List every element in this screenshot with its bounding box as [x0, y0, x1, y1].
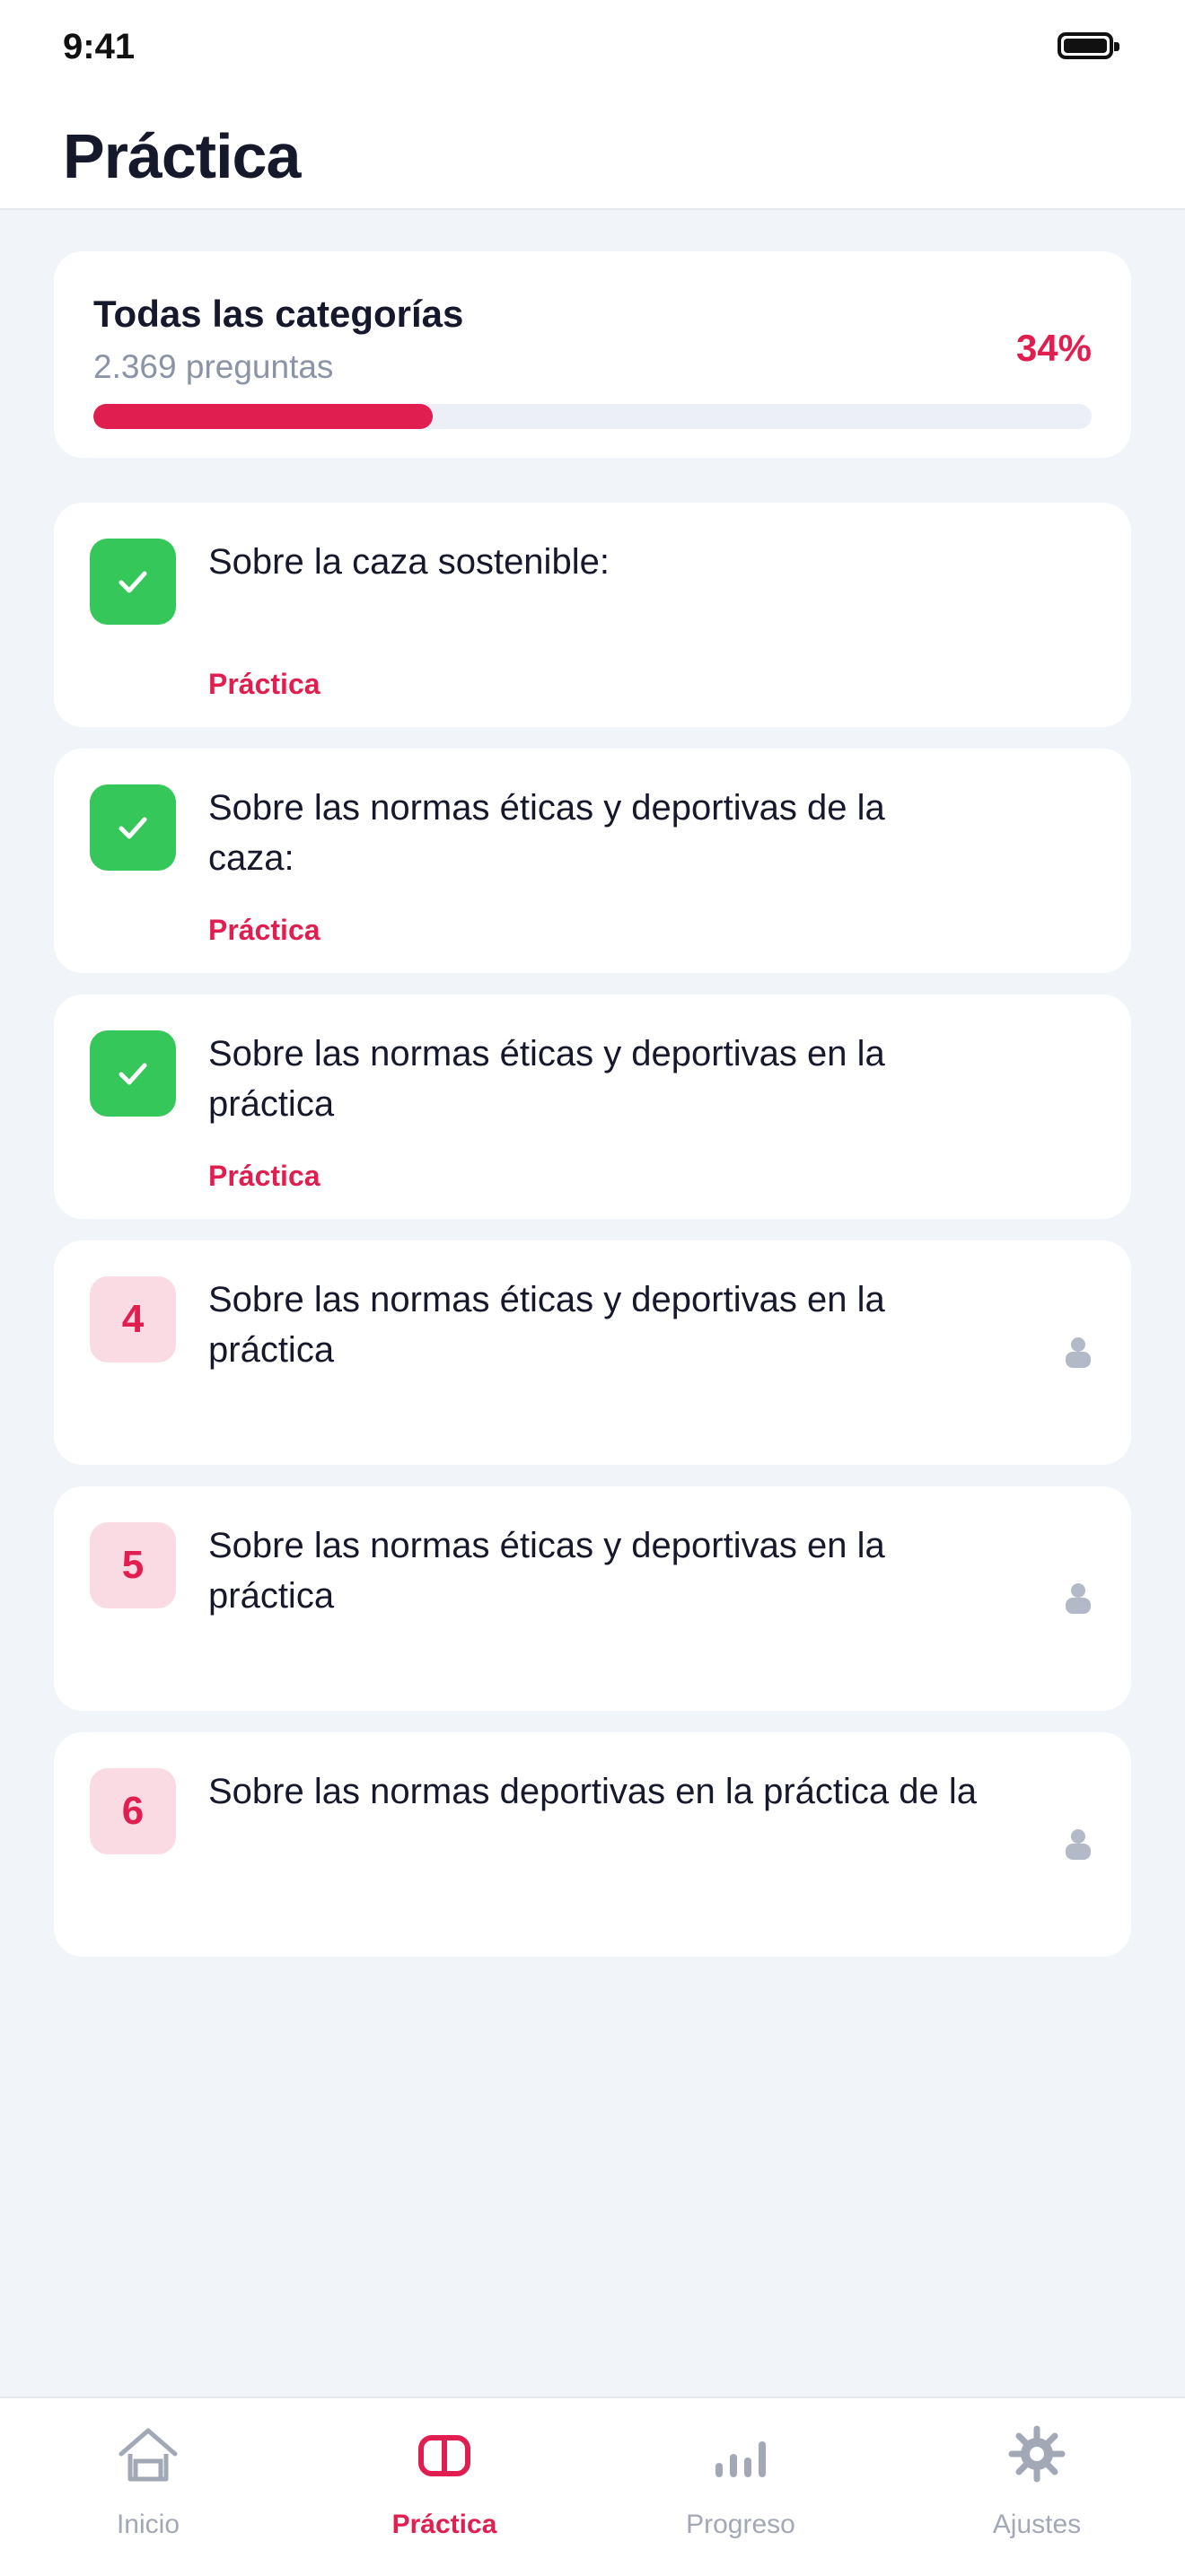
tab-practica[interactable]: Práctica [296, 2398, 592, 2576]
tab-ajustes[interactable]: Ajustes [889, 2398, 1185, 2576]
category-title: Sobre las normas éticas y deportivas en … [208, 1280, 885, 1370]
check-badge [90, 1030, 176, 1117]
number-badge: 6 [90, 1768, 176, 1854]
practice-link[interactable]: Práctica [208, 668, 320, 701]
bar-chart-icon [715, 2441, 766, 2477]
check-badge [90, 539, 176, 625]
number-badge: 4 [90, 1276, 176, 1362]
category-title: Sobre las normas éticas y deportivas en … [208, 1526, 885, 1616]
tab-inicio[interactable]: Inicio [0, 2398, 296, 2576]
category-item[interactable]: Sobre la caza sostenible: Práctica [54, 503, 1131, 727]
gear-icon [1008, 2425, 1066, 2483]
tab-bar: Inicio Práctica Progreso Ajustes [0, 2396, 1185, 2576]
practice-link[interactable]: Práctica [208, 914, 320, 947]
tab-label: Práctica [391, 2510, 497, 2539]
number-badge: 5 [90, 1522, 176, 1608]
book-icon [418, 2435, 470, 2476]
all-categories-title: Todas las categorías [93, 293, 464, 335]
category-title: Sobre la caza sostenible: [208, 542, 610, 582]
check-badge [90, 784, 176, 871]
category-item[interactable]: Sobre las normas éticas y deportivas de … [54, 749, 1131, 973]
status-time: 9:41 [63, 27, 136, 66]
tab-progreso[interactable]: Progreso [592, 2398, 889, 2576]
category-title: Sobre las normas deportivas en la prácti… [208, 1772, 978, 1811]
progress-percent: 34% [1015, 327, 1092, 369]
page-title: Práctica [63, 121, 301, 191]
practice-link[interactable]: Práctica [208, 1160, 320, 1193]
tab-label: Inicio [116, 2510, 180, 2539]
lock-icon [1066, 1337, 1091, 1368]
header: Práctica [0, 99, 1185, 210]
lock-icon [1066, 1583, 1091, 1614]
battery-icon [1058, 32, 1119, 59]
category-item[interactable]: 6 Sobre las normas deportivas en la prác… [54, 1732, 1131, 1957]
progress-bar-fill [93, 404, 434, 429]
home-icon [118, 2428, 178, 2482]
question-count: 2.369 preguntas [93, 348, 334, 385]
category-title: Sobre las normas éticas y deportivas en … [208, 1034, 885, 1124]
checkmark-icon [118, 1063, 147, 1085]
checkmark-icon [118, 817, 147, 839]
checkmark-icon [118, 571, 147, 593]
category-item[interactable]: 4 Sobre las normas éticas y deportivas e… [54, 1240, 1131, 1465]
tab-label: Progreso [686, 2510, 795, 2539]
category-item[interactable]: 5 Sobre las normas éticas y deportivas e… [54, 1486, 1131, 1711]
category-item[interactable]: Sobre las normas éticas y deportivas en … [54, 994, 1131, 1219]
lock-icon [1066, 1829, 1091, 1860]
category-title: Sobre las normas éticas y deportivas de … [208, 788, 885, 878]
status-bar: 9:41 [0, 0, 1185, 99]
progress-bar [93, 404, 1092, 429]
tab-label: Ajustes [992, 2510, 1082, 2539]
all-categories-card[interactable]: Todas las categorías 2.369 preguntas 34% [54, 251, 1131, 458]
